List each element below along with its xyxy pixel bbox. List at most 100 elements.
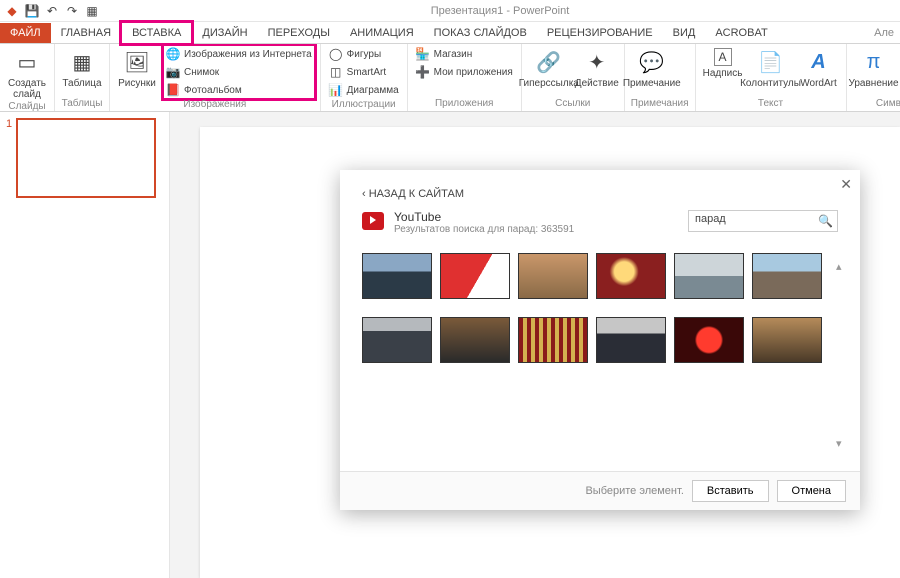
video-result[interactable] [752, 253, 822, 299]
tab-animations[interactable]: АНИМАЦИЯ [340, 23, 424, 43]
search-icon[interactable]: 🔍 [818, 214, 833, 228]
group-slides: ▭ Создать слайд Слайды [0, 44, 55, 111]
tab-acrobat[interactable]: ACROBAT [705, 23, 777, 43]
slide-number: 1 [6, 118, 12, 198]
insert-video-dialog: ✕ ‹ НАЗАД К САЙТАМ YouTube Результатов п… [340, 170, 860, 510]
close-icon[interactable]: ✕ [840, 176, 852, 193]
quick-access-toolbar: ◆ 💾 ↶ ↷ ▦ [0, 3, 100, 19]
chart-icon: 📊 [329, 83, 343, 97]
store-icon: 🏪 [416, 47, 430, 61]
group-label: Слайды [6, 100, 48, 112]
video-result[interactable] [518, 253, 588, 299]
video-result[interactable] [674, 317, 744, 363]
ribbon-tabs: ФАЙЛ ГЛАВНАЯ ВСТАВКА ДИЗАЙН ПЕРЕХОДЫ АНИ… [0, 22, 900, 44]
group-label: Изображения [116, 98, 314, 110]
group-text: AНадпись 📄Колонтитулы AWordArt Текст [696, 44, 847, 111]
group-label: Иллюстрации [327, 98, 401, 110]
slide-thumb-row[interactable]: 1 [6, 118, 163, 198]
video-result[interactable] [518, 317, 588, 363]
scroll-up-icon[interactable]: ▴ [836, 260, 850, 273]
online-pictures-button[interactable]: 🌐Изображения из Интернета [164, 46, 314, 62]
video-result[interactable] [596, 317, 666, 363]
action-button[interactable]: ✦Действие [576, 46, 618, 89]
screenshot-button[interactable]: 📷Снимок [164, 64, 314, 80]
group-label: Приложения [414, 97, 515, 109]
table-button[interactable]: ▦ Таблица [61, 46, 103, 89]
headerfooter-button[interactable]: 📄Колонтитулы [750, 46, 792, 89]
tab-transitions[interactable]: ПЕРЕХОДЫ [258, 23, 340, 43]
hyperlink-button[interactable]: 🔗Гиперссылка [528, 46, 570, 89]
equation-icon: π [860, 48, 888, 76]
start-show-icon[interactable]: ▦ [84, 3, 100, 19]
tab-design[interactable]: ДИЗАЙН [192, 23, 257, 43]
back-link[interactable]: ‹ НАЗАД К САЙТАМ [362, 188, 464, 200]
my-apps-button[interactable]: ➕Мои приложения [414, 64, 515, 80]
footer-hint: Выберите элемент. [585, 485, 683, 497]
youtube-header: YouTube Результатов поиска для парад: 36… [362, 210, 838, 235]
new-slide-button[interactable]: ▭ Создать слайд [6, 46, 48, 100]
group-label: Примечания [631, 97, 689, 109]
slide-panel[interactable]: 1 [0, 112, 170, 578]
app-icon: ◆ [4, 3, 20, 19]
video-result[interactable] [674, 253, 744, 299]
scroll-down-icon[interactable]: ▾ [836, 437, 850, 450]
myapps-icon: ➕ [416, 65, 430, 79]
store-button[interactable]: 🏪Магазин [414, 46, 515, 62]
results-count: Результатов поиска для парад: 363591 [394, 224, 678, 235]
group-links: 🔗Гиперссылка ✦Действие Ссылки [522, 44, 625, 111]
tab-home[interactable]: ГЛАВНАЯ [51, 23, 121, 43]
tab-review[interactable]: РЕЦЕНЗИРОВАНИЕ [537, 23, 663, 43]
chart-button[interactable]: 📊Диаграмма [327, 82, 401, 98]
account-name[interactable]: Але [868, 23, 900, 43]
video-result[interactable] [362, 317, 432, 363]
tab-view[interactable]: ВИД [663, 23, 706, 43]
group-comments: 💬Примечание Примечания [625, 44, 696, 111]
search-input[interactable]: парад 🔍 [688, 210, 838, 232]
video-result[interactable] [440, 253, 510, 299]
video-result[interactable] [440, 317, 510, 363]
shapes-icon: ◯ [329, 47, 343, 61]
textbox-button[interactable]: AНадпись [702, 46, 744, 79]
comment-button[interactable]: 💬Примечание [631, 46, 673, 89]
table-icon: ▦ [68, 48, 96, 76]
screenshot-icon: 📷 [166, 65, 180, 79]
group-illustrations: ◯Фигуры ◫SmartArt 📊Диаграмма Иллюстрации [321, 44, 408, 111]
video-result[interactable] [752, 317, 822, 363]
tab-file[interactable]: ФАЙЛ [0, 23, 51, 43]
insert-button[interactable]: Вставить [692, 480, 769, 502]
window-title: Презентация1 - PowerPoint [100, 5, 900, 17]
wordart-button[interactable]: AWordArt [798, 46, 840, 89]
tab-slideshow[interactable]: ПОКАЗ СЛАЙДОВ [424, 23, 537, 43]
headerfooter-icon: 📄 [757, 48, 785, 76]
undo-icon[interactable]: ↶ [44, 3, 60, 19]
hyperlink-icon: 🔗 [535, 48, 563, 76]
tab-insert[interactable]: ВСТАВКА [121, 22, 192, 44]
smartart-button[interactable]: ◫SmartArt [327, 64, 401, 80]
group-tables: ▦ Таблица Таблицы [55, 44, 110, 111]
slide-thumbnail[interactable] [16, 118, 156, 198]
cancel-button[interactable]: Отмена [777, 480, 846, 502]
textbox-icon: A [714, 48, 732, 66]
shapes-button[interactable]: ◯Фигуры [327, 46, 401, 62]
new-slide-icon: ▭ [13, 48, 41, 76]
redo-icon[interactable]: ↷ [64, 3, 80, 19]
video-result[interactable] [362, 253, 432, 299]
group-apps: 🏪Магазин ➕Мои приложения Приложения [408, 44, 522, 111]
group-label: Символы [853, 97, 900, 109]
photo-album-button[interactable]: 📕Фотоальбом [164, 82, 314, 98]
search-value: парад [695, 213, 726, 225]
equation-button[interactable]: πУравнение [853, 46, 895, 89]
scroll-indicator[interactable]: ▴ ▾ [836, 260, 850, 450]
ribbon: ▭ Создать слайд Слайды ▦ Таблица Таблицы… [0, 44, 900, 112]
video-result[interactable] [596, 253, 666, 299]
action-icon: ✦ [583, 48, 611, 76]
pictures-button[interactable]: 🖼 Рисунки [116, 46, 158, 89]
source-title: YouTube [394, 210, 678, 224]
album-icon: 📕 [166, 83, 180, 97]
wordart-icon: A [805, 48, 833, 76]
video-results-grid [362, 253, 838, 363]
save-icon[interactable]: 💾 [24, 3, 40, 19]
group-images: 🖼 Рисунки 🌐Изображения из Интернета 📷Сни… [110, 44, 321, 111]
group-label: Таблицы [61, 97, 103, 109]
pictures-icon: 🖼 [123, 48, 151, 76]
